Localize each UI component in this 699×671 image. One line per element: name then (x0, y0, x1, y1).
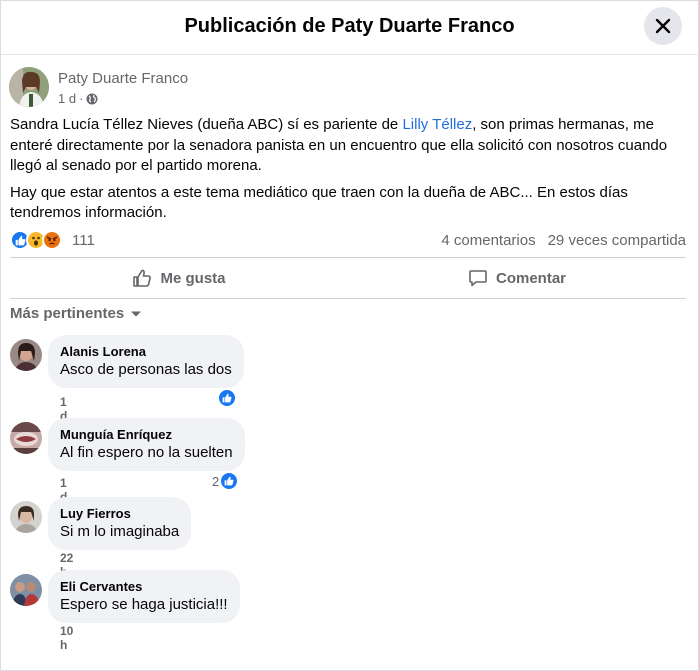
comment-button-label: Comentar (495, 269, 566, 287)
caret-down-icon (131, 311, 142, 316)
like-button-label: Me gusta (160, 269, 226, 287)
post-body: Sandra Lucía Téllez Nieves (dueña ABC) s… (10, 115, 690, 230)
commenter-avatar[interactable] (10, 574, 42, 606)
post-time[interactable]: 1 d (58, 91, 76, 106)
dialog-header: Publicación de Paty Duarte Franco (1, 1, 698, 55)
comment-button[interactable]: Comentar (348, 258, 686, 298)
comments-count-link[interactable]: 4 comentarios (441, 232, 535, 249)
comments-filter-label: Más pertinentes (10, 305, 125, 322)
comment-text: Al fin espero no la suelten (60, 444, 233, 461)
comment-bubble: Munguía Enríquez Al fin espero no la sue… (48, 418, 245, 471)
reactions-summary: 111 4 comentarios 29 veces compartida (10, 230, 686, 252)
reaction-icons[interactable] (10, 230, 62, 250)
dialog-title: Publicación de Paty Duarte Franco (184, 15, 515, 37)
post-paragraph-1: Sandra Lucía Téllez Nieves (dueña ABC) s… (10, 115, 690, 177)
post-actions: Me gusta Comentar (10, 257, 686, 299)
commenter-avatar[interactable] (10, 501, 42, 533)
comment-bubble: Luy Fierros Si m lo imaginaba (48, 497, 192, 550)
comment-bubble: Eli Cervantes Espero se haga justicia!!! (48, 570, 240, 623)
like-badge-icon (220, 472, 239, 490)
close-icon (655, 18, 671, 34)
author-name[interactable]: Paty Duarte Franco (58, 70, 188, 87)
thumbs-up-icon (133, 269, 152, 287)
comment-text: Asco de personas las dos (60, 361, 232, 378)
like-button[interactable]: Me gusta (10, 258, 348, 298)
commenter-name[interactable]: Munguía Enríquez (60, 426, 233, 443)
commenter-avatar[interactable] (10, 339, 42, 371)
comment-like-badge[interactable]: 2 (212, 472, 239, 490)
mention-link[interactable]: Lilly Téllez (402, 116, 472, 133)
commenter-avatar[interactable] (10, 422, 42, 454)
comment-bubble: Alanis Lorena Asco de personas las dos (48, 335, 244, 388)
reaction-count[interactable]: 111 (72, 232, 95, 249)
comment-text: Espero se haga justicia!!! (60, 596, 228, 613)
author-avatar[interactable] (9, 67, 49, 107)
post-paragraph-2: Hay que estar atentos a este tema mediát… (10, 183, 628, 222)
post-meta: 1 d · (58, 91, 98, 106)
paragraph-1-start: Sandra Lucía Téllez Nieves (dueña ABC) s… (10, 116, 403, 133)
like-count: 2 (212, 473, 220, 489)
commenter-name[interactable]: Luy Fierros (60, 505, 179, 522)
like-badge-icon (218, 389, 236, 407)
shares-count-link[interactable]: 29 veces compartida (548, 232, 686, 249)
comment-text: Si m lo imaginaba (60, 523, 180, 540)
comment-like-badge[interactable] (218, 389, 236, 407)
globe-icon (86, 93, 98, 104)
commenter-name[interactable]: Eli Cervantes (60, 578, 228, 595)
angry-reaction-icon (42, 230, 62, 250)
engagement-counts: 4 comentarios 29 veces compartida (441, 232, 686, 249)
comments-filter-dropdown[interactable]: Más pertinentes (10, 305, 142, 322)
meta-separator: · (79, 91, 84, 106)
comment-time[interactable]: 10 h (60, 624, 73, 652)
commenter-name[interactable]: Alanis Lorena (60, 343, 232, 360)
comment-bubble-icon (469, 270, 487, 287)
post-dialog: Publicación de Paty Duarte Franco Paty D… (0, 0, 699, 671)
close-button[interactable] (644, 7, 682, 45)
